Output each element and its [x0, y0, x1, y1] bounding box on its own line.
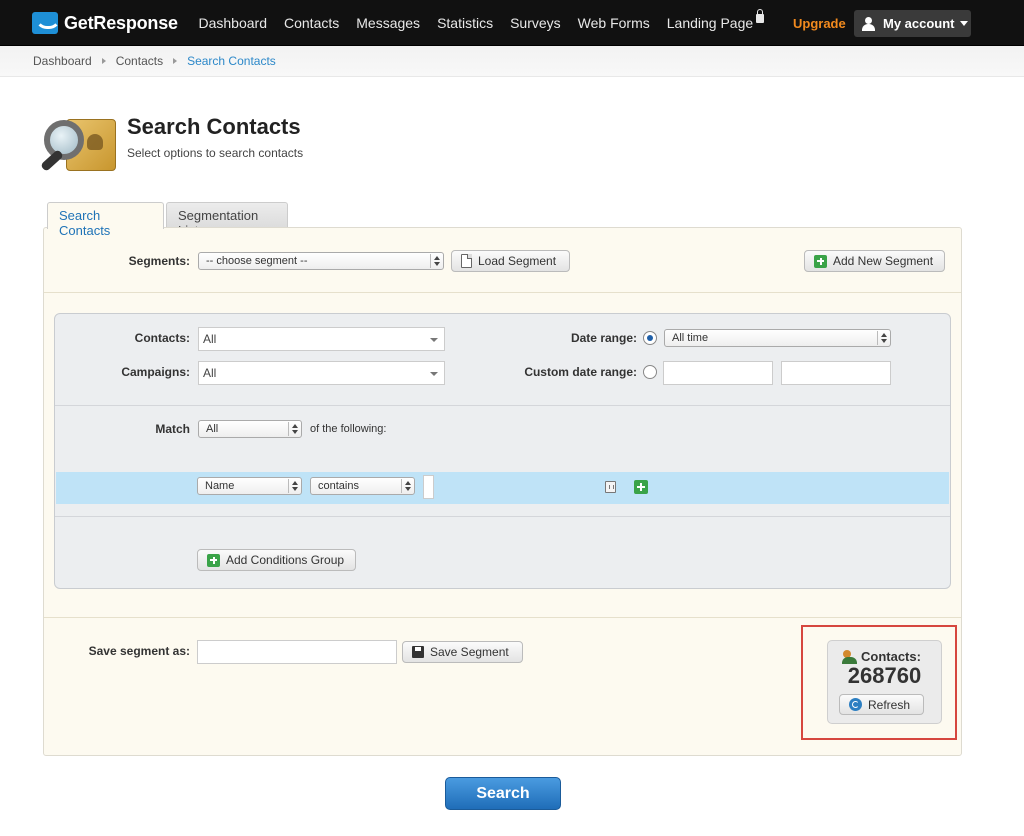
magnifier-icon [44, 120, 84, 160]
updown-arrows-icon [288, 422, 300, 436]
segments-label: Segments: [128, 254, 190, 268]
breadcrumb-separator-icon [101, 58, 106, 64]
refresh-label: Refresh [868, 697, 911, 712]
condition-value-input[interactable] [423, 475, 434, 499]
updown-arrows-icon [401, 479, 413, 493]
nav-statistics[interactable]: Statistics [437, 15, 493, 31]
nav-contacts[interactable]: Contacts [284, 15, 339, 31]
campaigns-filter-value: All [203, 366, 217, 380]
my-account-menu[interactable]: My account [854, 10, 971, 37]
breadcrumb-current[interactable]: Search Contacts [187, 54, 276, 68]
condition-field-value: Name [205, 480, 235, 492]
people-icon [842, 649, 858, 664]
lock-icon [756, 9, 765, 23]
divider [55, 516, 950, 517]
nav-web-forms[interactable]: Web Forms [578, 15, 650, 31]
contacts-count-heading: Contacts: [842, 649, 921, 664]
load-segment-label: Load Segment [478, 254, 557, 268]
floppy-disk-icon [412, 646, 424, 658]
save-segment-button[interactable]: Save Segment [402, 641, 523, 663]
match-suffix: of the following: [310, 423, 387, 435]
plus-icon [207, 553, 220, 567]
add-new-segment-button[interactable]: Add New Segment [804, 250, 945, 272]
condition-field-select[interactable]: Name [197, 477, 302, 495]
contacts-filter-select[interactable]: All [198, 327, 445, 351]
date-range-value: All time [672, 332, 709, 344]
contacts-filter-value: All [203, 332, 217, 346]
date-from-input[interactable] [663, 361, 773, 385]
match-value: All [206, 423, 219, 435]
plus-icon [814, 254, 827, 268]
chevron-down-icon [959, 21, 968, 26]
tab-search-contacts[interactable]: Search Contacts [47, 202, 164, 238]
search-contacts-icon [40, 116, 118, 176]
tab-segmentation-list[interactable]: Segmentation List [166, 202, 288, 238]
date-range-select[interactable]: All time [664, 329, 891, 347]
search-button[interactable]: Search [445, 777, 561, 810]
divider [55, 405, 950, 406]
save-segment-input[interactable] [197, 640, 397, 664]
match-label: Match [155, 422, 190, 436]
contacts-count-box: Contacts: 268760 Refresh [827, 640, 942, 724]
envelope-logo-icon [32, 12, 58, 34]
my-account-label: My account [883, 16, 955, 31]
nav-messages[interactable]: Messages [356, 15, 420, 31]
nav-landing-page[interactable]: Landing Page [666, 9, 765, 31]
breadcrumb-bar: Dashboard Contacts Search Contacts [0, 46, 1024, 77]
nav-dashboard[interactable]: Dashboard [199, 15, 268, 31]
document-icon [461, 254, 472, 268]
refresh-button[interactable]: Refresh [839, 694, 924, 715]
condition-operator-value: contains [318, 480, 359, 492]
campaigns-filter-select[interactable]: All [198, 361, 445, 385]
campaigns-filter-label: Campaigns: [121, 365, 190, 379]
segment-select[interactable]: -- choose segment -- [198, 252, 444, 270]
top-navbar: GetResponse Dashboard Contacts Messages … [0, 0, 1024, 46]
refresh-icon [849, 698, 862, 711]
breadcrumb: Dashboard Contacts Search Contacts [33, 54, 276, 68]
chevron-down-icon [430, 338, 438, 342]
date-to-input[interactable] [781, 361, 891, 385]
breadcrumb-dashboard[interactable]: Dashboard [33, 54, 92, 68]
nav-surveys[interactable]: Surveys [510, 15, 561, 31]
breadcrumb-contacts[interactable]: Contacts [116, 54, 163, 68]
add-conditions-group-label: Add Conditions Group [226, 553, 345, 567]
main-nav: Dashboard Contacts Messages Statistics S… [190, 0, 773, 46]
updown-arrows-icon [288, 479, 300, 493]
divider [44, 292, 961, 293]
date-range-label: Date range: [570, 331, 637, 345]
save-segment-button-label: Save Segment [430, 645, 509, 659]
breadcrumb-separator-icon [173, 58, 178, 64]
date-range-radio[interactable] [643, 331, 657, 345]
page-subtitle: Select options to search contacts [127, 146, 304, 160]
add-condition-icon[interactable] [634, 480, 648, 494]
condition-row: Name contains [56, 472, 949, 504]
divider [44, 617, 961, 618]
add-conditions-group-button[interactable]: Add Conditions Group [197, 549, 356, 571]
match-select[interactable]: All [198, 420, 302, 438]
upgrade-link[interactable]: Upgrade [793, 16, 846, 31]
chevron-down-icon [430, 372, 438, 376]
nav-landing-page-label: Landing Page [666, 15, 754, 31]
filter-panel: Contacts: All Campaigns: All Date range:… [54, 313, 951, 589]
segment-select-value: -- choose segment -- [206, 255, 308, 267]
condition-operator-select[interactable]: contains [310, 477, 415, 495]
logo[interactable]: GetResponse [32, 10, 178, 36]
updown-arrows-icon [430, 254, 442, 268]
delete-condition-icon[interactable] [605, 481, 616, 493]
page-title: Search Contacts [127, 114, 301, 139]
user-icon [862, 16, 875, 31]
contacts-count-value: 268760 [847, 663, 922, 688]
updown-arrows-icon [877, 331, 889, 345]
contacts-count-label: Contacts: [861, 649, 921, 664]
load-segment-button[interactable]: Load Segment [451, 250, 570, 272]
contacts-filter-label: Contacts: [134, 331, 190, 345]
save-segment-label: Save segment as: [88, 644, 190, 658]
brand-name: GetResponse [64, 12, 178, 33]
add-new-segment-label: Add New Segment [833, 254, 934, 268]
custom-date-range-label: Custom date range: [524, 365, 637, 379]
custom-date-range-radio[interactable] [643, 365, 657, 379]
